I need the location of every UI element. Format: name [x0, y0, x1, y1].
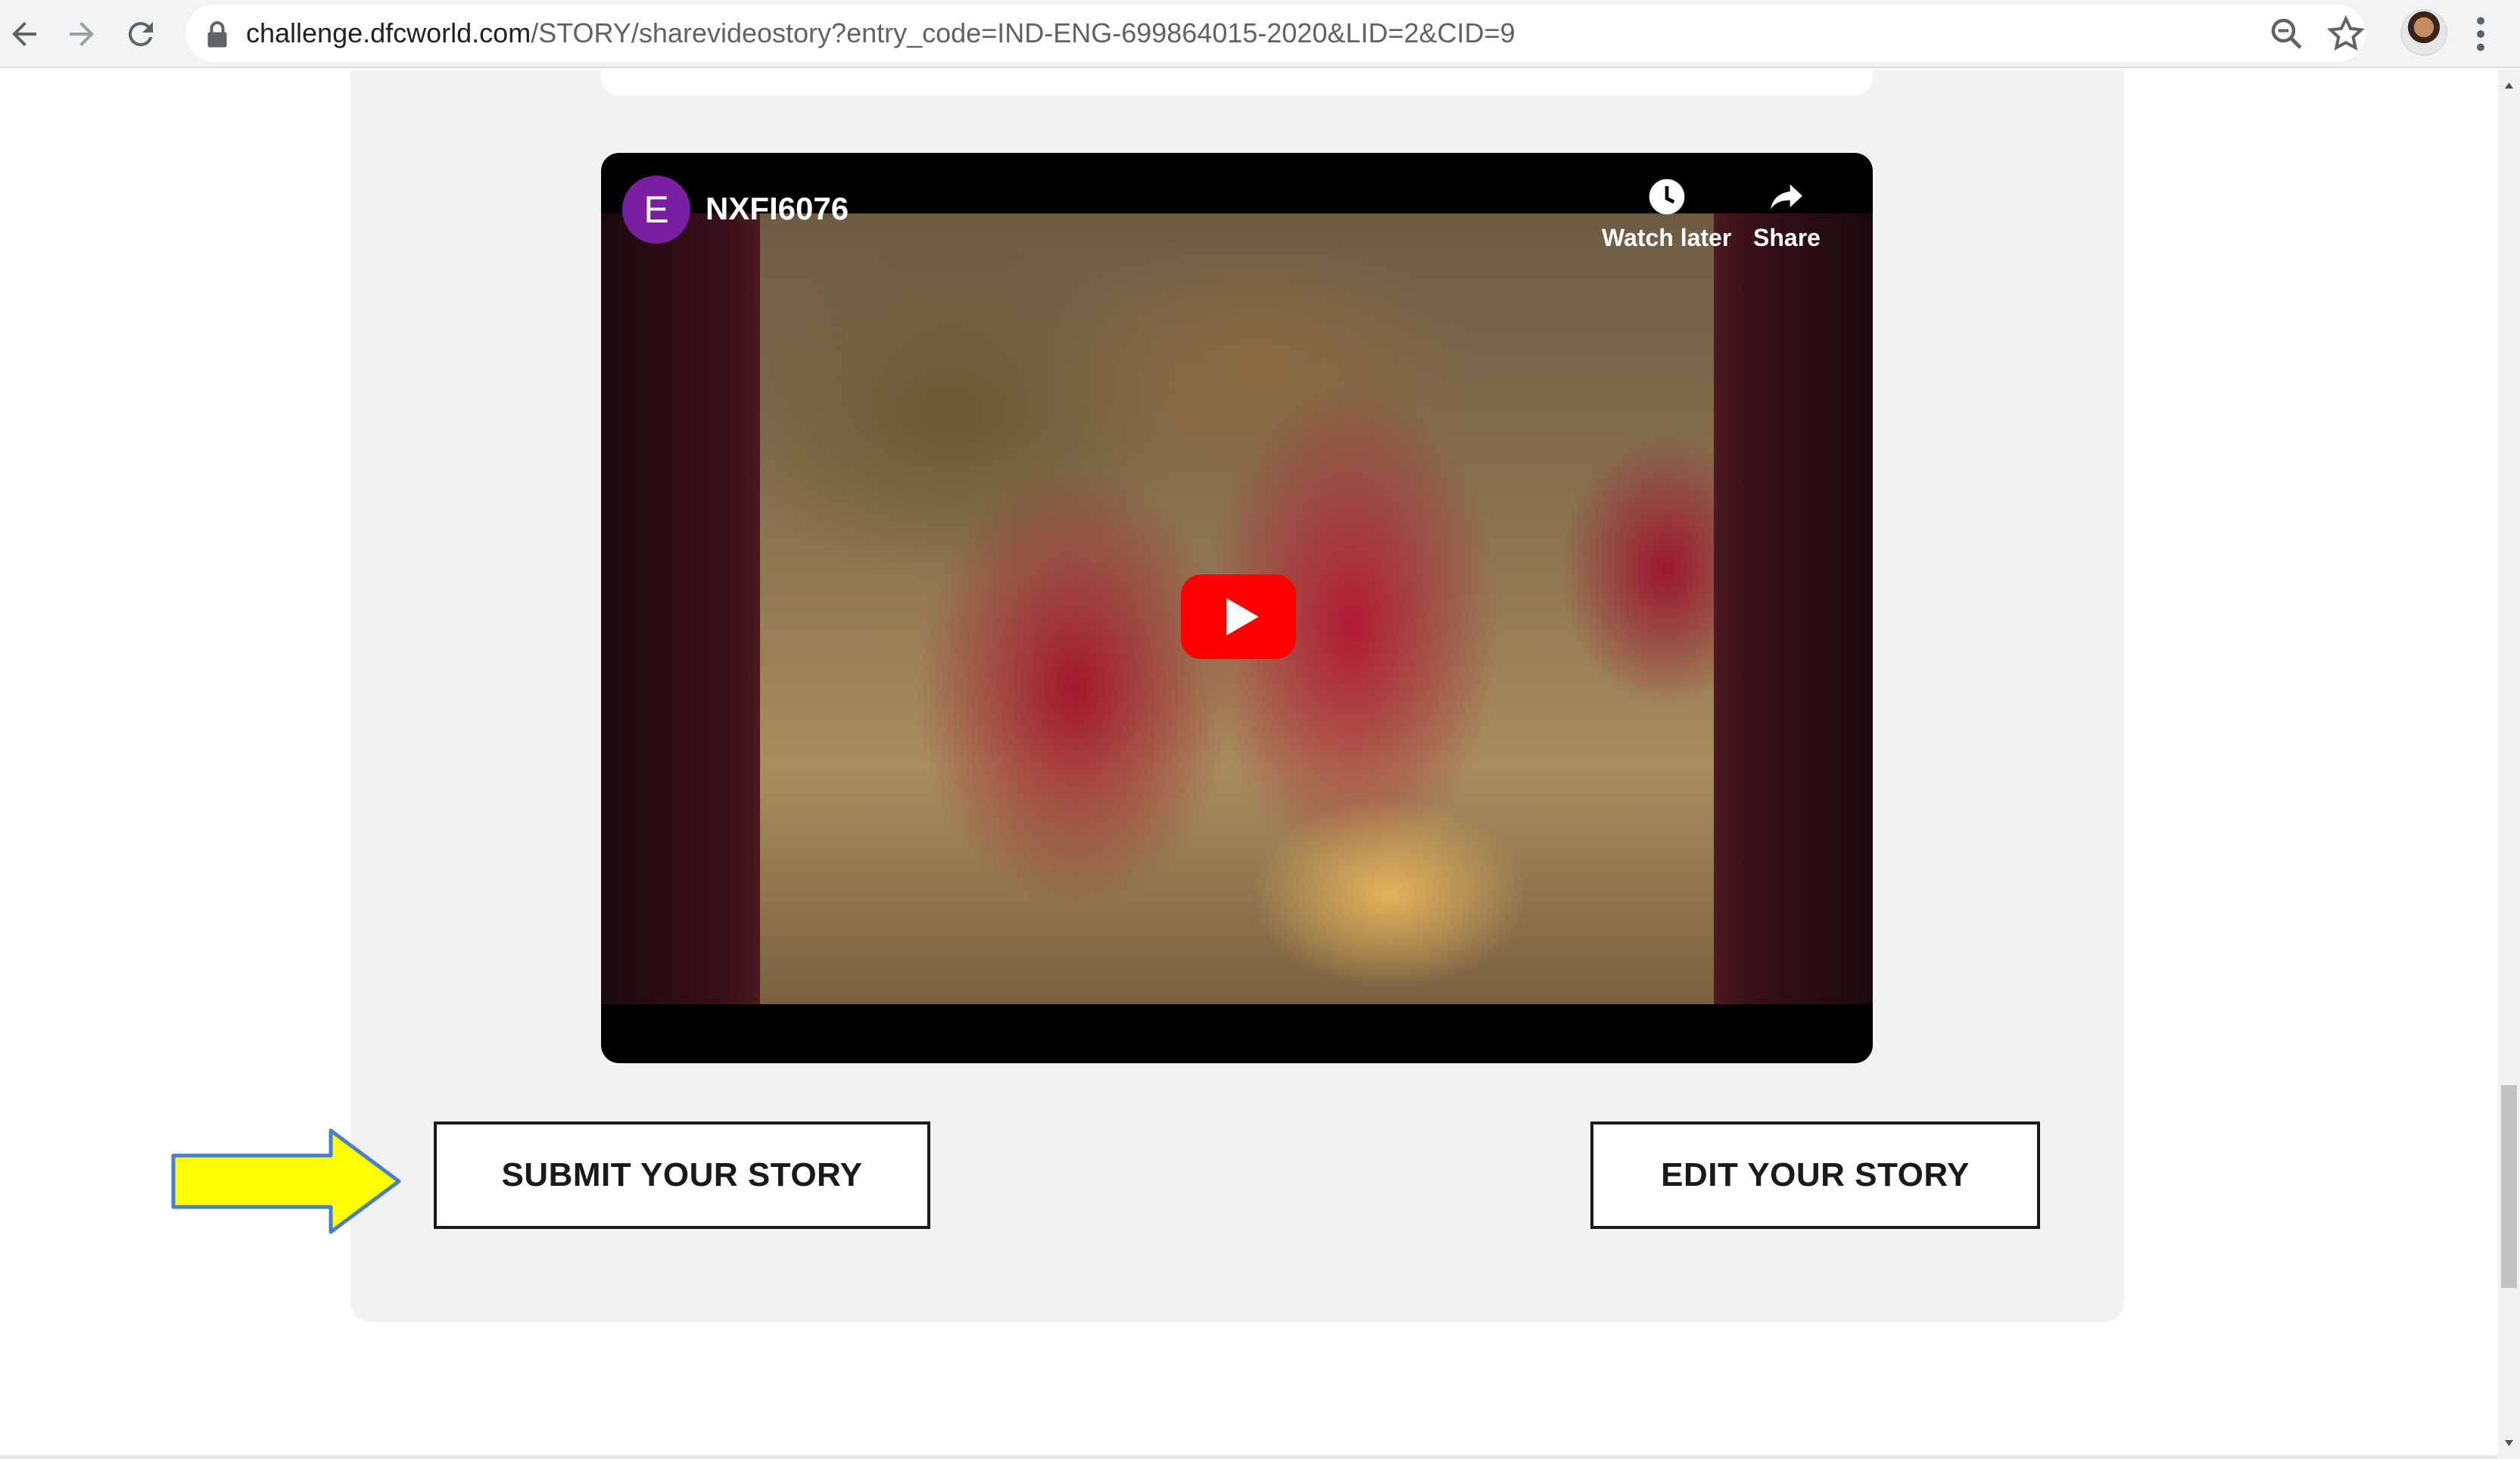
video-blur-left — [601, 213, 760, 1004]
profile-avatar[interactable] — [2400, 9, 2447, 56]
channel-avatar[interactable]: E — [622, 176, 690, 244]
share-button[interactable]: Share — [1753, 176, 1821, 252]
menu-icon[interactable] — [2469, 15, 2492, 53]
edit-your-story-button[interactable]: EDIT YOUR STORY — [1590, 1121, 2040, 1229]
forward-button[interactable] — [59, 11, 104, 57]
watch-later-label: Watch later — [1602, 224, 1732, 251]
share-icon — [1771, 184, 1803, 210]
video-title[interactable]: NXFI6076 — [706, 191, 849, 227]
reload-button[interactable] — [118, 11, 164, 57]
reload-icon — [128, 22, 153, 47]
yellow-arrow-icon — [171, 1128, 401, 1234]
url-host: challenge.dfcworld.com — [246, 17, 531, 48]
watch-later-button[interactable]: Watch later — [1602, 176, 1731, 252]
zoom-icon[interactable] — [2266, 14, 2307, 54]
lock-icon — [207, 21, 227, 48]
video-blur-right — [1714, 213, 1873, 1004]
url-path: /STORY/sharevideostory?entry_code=IND-EN… — [531, 17, 1515, 48]
window-bottom-edge — [0, 1455, 2498, 1459]
scroll-down-icon[interactable] — [2498, 1432, 2520, 1454]
page-viewport: E NXFI6076 Watch later Share SUBMIT YOUR… — [0, 70, 2498, 1459]
youtube-embed[interactable]: E NXFI6076 Watch later Share — [601, 153, 1873, 1063]
back-icon — [12, 22, 36, 46]
play-icon[interactable] — [1181, 571, 1296, 663]
url-text[interactable]: challenge.dfcworld.com/STORY/sharevideos… — [246, 11, 1515, 56]
back-button[interactable] — [2, 11, 47, 57]
share-label: Share — [1753, 224, 1821, 251]
previous-card-edge — [601, 70, 1873, 95]
scroll-thumb[interactable] — [2501, 1085, 2517, 1288]
star-icon[interactable] — [2325, 14, 2366, 54]
browser-toolbar: challenge.dfcworld.com/STORY/sharevideos… — [0, 0, 2520, 68]
submit-your-story-button[interactable]: SUBMIT YOUR STORY — [434, 1121, 930, 1229]
clock-icon — [1649, 179, 1684, 215]
page-scrollbar[interactable] — [2498, 70, 2520, 1459]
scroll-up-icon[interactable] — [2498, 74, 2520, 97]
forward-icon — [70, 22, 94, 46]
